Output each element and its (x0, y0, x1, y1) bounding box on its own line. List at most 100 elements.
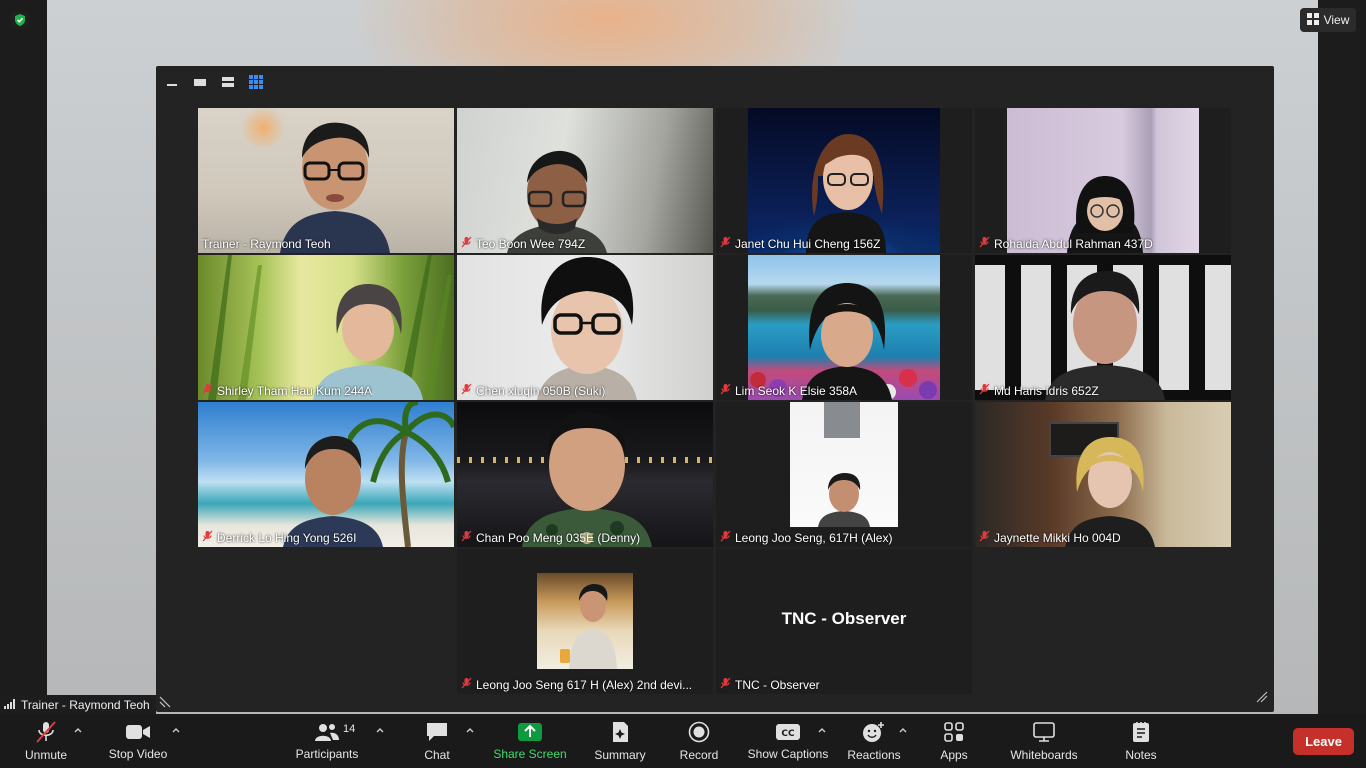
badge-resize-icon[interactable] (159, 695, 171, 713)
gallery-layout-icon[interactable] (246, 72, 266, 92)
minimize-layout-icon[interactable] (162, 72, 182, 92)
participant-video (802, 283, 892, 400)
participant-video (313, 284, 423, 400)
muted-mic-icon (202, 530, 213, 545)
participant-name: TNC - Observer (720, 677, 820, 692)
record-icon (688, 721, 710, 742)
muted-mic-icon (979, 530, 990, 545)
participant-name: Chen xiuqin 050B (Suki) (461, 383, 605, 398)
video-tile[interactable]: Chen xiuqin 050B (Suki) (457, 255, 713, 400)
active-speaker-badge: Trainer - Raymond Teoh (0, 695, 156, 714)
reactions-options-caret-icon[interactable] (898, 722, 908, 733)
muted-mic-icon (720, 383, 731, 398)
apps-icon (944, 721, 964, 742)
record-button[interactable]: Record (676, 714, 722, 768)
closed-captions-icon: CC (776, 723, 800, 740)
share-screen-button[interactable]: Share Screen (493, 714, 567, 768)
participant-video (569, 584, 617, 669)
active-speaker-name: Trainer - Raymond Teoh (21, 697, 150, 712)
participant-video (522, 412, 652, 547)
participant-video (537, 257, 637, 400)
video-tile[interactable]: Jaynette Mikki Ho 004D (975, 402, 1231, 547)
participant-name: Rohaida Abdul Rahman 437D (979, 236, 1153, 251)
view-grid-icon (1306, 12, 1319, 28)
muted-mic-icon (202, 383, 213, 398)
participant-name: Leong Joo Seng, 617H (Alex) (720, 530, 892, 545)
video-tile-trainer[interactable]: Trainer - Raymond Teoh (198, 108, 454, 253)
captions-options-caret-icon[interactable] (817, 722, 827, 733)
muted-mic-icon (461, 530, 472, 545)
view-label: View (1323, 13, 1350, 27)
apps-button[interactable]: Apps (934, 714, 974, 768)
summary-button[interactable]: Summary (590, 714, 650, 768)
zoom-meeting-window: View Trainer - Raymond Teoh Teo Boon Wee… (0, 0, 1366, 768)
unmute-button[interactable]: Unmute (20, 714, 72, 768)
participants-options-caret-icon[interactable] (375, 722, 385, 733)
muted-mic-icon (461, 677, 472, 692)
participant-video (1045, 271, 1165, 400)
ai-summary-icon (613, 721, 628, 742)
muted-microphone-icon (36, 720, 56, 743)
muted-mic-icon (979, 383, 990, 398)
share-screen-icon (518, 722, 542, 741)
signal-strength-icon (4, 698, 16, 712)
stop-video-button[interactable]: Stop Video (104, 714, 172, 768)
muted-mic-icon (461, 236, 472, 251)
speaker-layout-icon[interactable] (190, 72, 210, 92)
resize-handle-icon[interactable] (1256, 690, 1268, 708)
video-tile[interactable]: Rohaida Abdul Rahman 437D (975, 108, 1231, 253)
participant-name: Jaynette Mikki Ho 004D (979, 530, 1121, 545)
drink-glass (560, 649, 570, 663)
svg-text:CC: CC (781, 729, 795, 739)
security-shield-icon[interactable] (11, 11, 29, 29)
gallery-view-window: Trainer - Raymond Teoh Teo Boon Wee 794Z (156, 66, 1274, 712)
participant-video (280, 122, 390, 253)
video-options-caret-icon[interactable] (171, 722, 181, 733)
participant-name: Janet Chu Hui Cheng 156Z (720, 236, 880, 251)
left-margin (0, 0, 47, 714)
video-tile[interactable]: Chan Poo Meng 035E (Denny) (457, 402, 713, 547)
view-button[interactable]: View (1300, 8, 1356, 32)
strip-layout-icon[interactable] (218, 72, 238, 92)
smiley-reaction-icon (863, 721, 884, 742)
participant-video (806, 134, 886, 253)
video-tile[interactable]: Janet Chu Hui Cheng 156Z (716, 108, 972, 253)
participant-name: Md Haris Idris 652Z (979, 383, 1099, 398)
muted-mic-icon (720, 530, 731, 545)
participant-name: Teo Boon Wee 794Z (461, 236, 585, 251)
ceiling-light (824, 402, 860, 438)
participants-count: 14 (343, 723, 356, 735)
reactions-button[interactable]: Reactions (846, 714, 902, 768)
muted-mic-icon (720, 236, 731, 251)
meeting-toolbar: Unmute Stop Video Participants 14 Chat S… (0, 714, 1366, 768)
unmute-options-caret-icon[interactable] (73, 722, 83, 733)
whiteboards-button[interactable]: Whiteboards (1004, 714, 1084, 768)
muted-mic-icon (979, 236, 990, 251)
whiteboard-icon (1033, 721, 1055, 742)
participants-icon (315, 723, 339, 741)
chat-bubble-icon (427, 722, 447, 741)
participant-video (818, 473, 870, 527)
notes-button[interactable]: Notes (1118, 714, 1164, 768)
video-tile[interactable]: Leong Joo Seng, 617H (Alex) (716, 402, 972, 547)
video-tile[interactable]: Teo Boon Wee 794Z (457, 108, 713, 253)
observer-display-name: TNC - Observer (781, 609, 907, 628)
video-tile-observer[interactable]: TNC - Observer TNC - Observer (716, 549, 972, 694)
video-tile[interactable]: Md Haris Idris 652Z (975, 255, 1231, 400)
right-margin (1318, 0, 1366, 714)
chat-options-caret-icon[interactable] (465, 722, 475, 733)
video-tile[interactable]: Derrick Lo Hing Yong 526I (198, 402, 454, 547)
chat-button[interactable]: Chat (416, 714, 458, 768)
video-camera-icon (126, 724, 150, 739)
participant-name: Trainer - Raymond Teoh (202, 237, 331, 251)
participant-name: Shirley Tham Hau Kum 244A (202, 383, 372, 398)
participant-name: Lim Seok K Elsie 358A (720, 383, 857, 398)
participant-name: Derrick Lo Hing Yong 526I (202, 530, 356, 545)
participant-name: Leong Joo Seng 617 H (Alex) 2nd devi... (461, 677, 692, 692)
participant-name: Chan Poo Meng 035E (Denny) (461, 530, 640, 545)
video-tile[interactable]: Lim Seok K Elsie 358A (716, 255, 972, 400)
notes-icon (1133, 721, 1149, 742)
video-tile[interactable]: Shirley Tham Hau Kum 244A (198, 255, 454, 400)
video-tile[interactable]: Leong Joo Seng 617 H (Alex) 2nd devi... (457, 549, 713, 694)
leave-meeting-button[interactable]: Leave (1293, 728, 1354, 755)
